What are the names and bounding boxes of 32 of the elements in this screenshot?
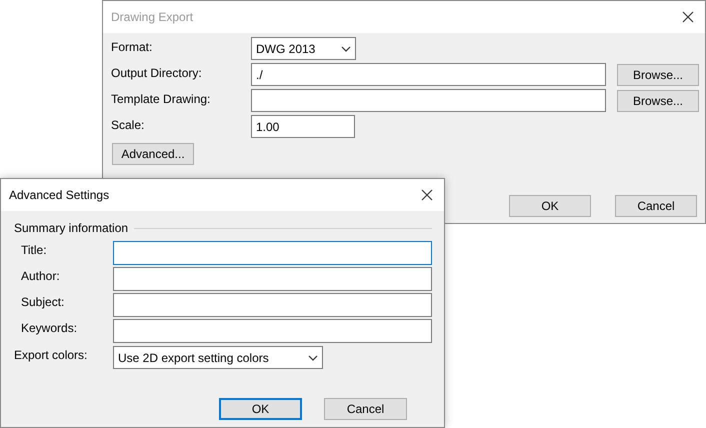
text-field[interactable] <box>112 267 432 291</box>
dialog-button[interactable]: Browse... <box>617 64 699 86</box>
dialog-button[interactable]: OK <box>509 195 591 217</box>
window-title: Drawing Export <box>111 9 194 26</box>
dialog-button[interactable]: OK <box>219 398 302 420</box>
field-label: Author: <box>20 268 61 285</box>
dialog-button[interactable]: Cancel <box>324 398 407 420</box>
close-icon <box>682 11 694 23</box>
field-label: Template Drawing: <box>111 91 212 108</box>
scale-field[interactable]: 1.00 <box>251 115 355 138</box>
close-icon <box>421 189 433 201</box>
text-field[interactable]: ./ <box>251 63 606 86</box>
field-label: Format: <box>111 39 154 56</box>
format-dropdown[interactable]: DWG 2013 <box>251 37 356 60</box>
field-label: Title: <box>20 242 48 259</box>
text-field[interactable] <box>112 241 432 265</box>
window-title: Advanced Settings <box>9 187 110 204</box>
dialog-button[interactable]: Browse... <box>617 90 699 112</box>
text-field[interactable] <box>251 89 606 112</box>
chevron-down-icon <box>341 46 351 52</box>
field-label: Subject: <box>20 294 66 311</box>
field-label: Output Directory: <box>111 65 203 82</box>
dialog-button[interactable]: Cancel <box>615 195 697 217</box>
export-colors-dropdown[interactable]: Use 2D export setting colors <box>113 346 323 369</box>
field-label: Scale: <box>111 117 146 134</box>
text-field[interactable] <box>112 319 432 343</box>
field-label: Keywords: <box>20 320 78 337</box>
text-field[interactable] <box>112 293 432 317</box>
field-label: Export colors: <box>14 347 88 364</box>
chevron-down-icon <box>308 354 318 360</box>
group-label: Summary information <box>14 220 128 237</box>
advanced-button[interactable]: Advanced... <box>112 143 194 165</box>
